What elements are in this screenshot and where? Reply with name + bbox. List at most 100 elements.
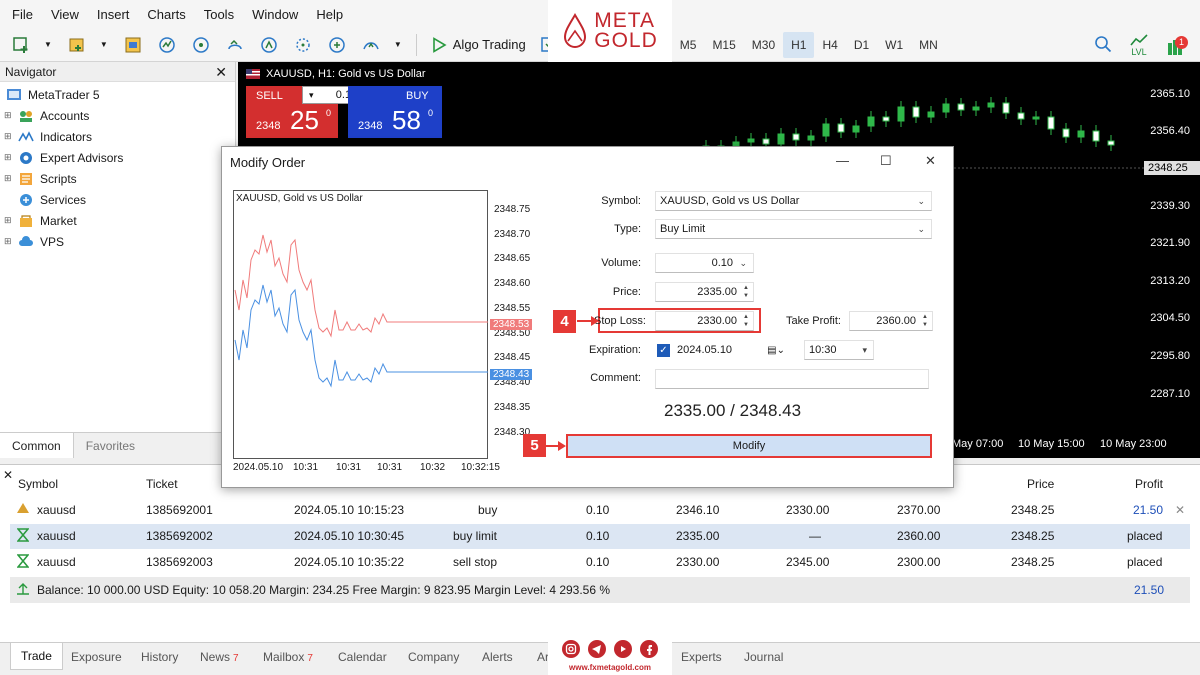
tab-journal[interactable]: Journal: [744, 650, 783, 664]
tab-company[interactable]: Company: [408, 650, 459, 664]
take-profit-field[interactable]: 2360.00 ▲ ▼: [849, 311, 933, 331]
expiration-time-field[interactable]: 10:30 ▾: [804, 340, 874, 360]
chart-shift-icon[interactable]: [360, 34, 382, 56]
expand-icon[interactable]: ⊞: [4, 110, 14, 121]
timeframe-m5[interactable]: M5: [672, 32, 705, 58]
strategy-tester-icon[interactable]: [258, 34, 280, 56]
tab-news[interactable]: News 7: [200, 650, 239, 664]
profiles-icon[interactable]: [66, 34, 88, 56]
data-window-icon[interactable]: [156, 34, 178, 56]
maximize-icon[interactable]: ☐: [880, 153, 892, 169]
expand-icon[interactable]: ⊞: [4, 173, 14, 184]
dropdown-icon[interactable]: ▼: [394, 40, 402, 49]
close-icon[interactable]: ✕: [925, 153, 936, 169]
nav-item-expert-advisors[interactable]: ⊞ Expert Advisors: [0, 147, 235, 168]
modify-button[interactable]: Modify: [566, 434, 932, 458]
tick-time-label: 2024.05.10: [233, 462, 284, 473]
close-icon[interactable]: ✕: [3, 468, 13, 482]
timeframe-m15[interactable]: M15: [704, 32, 743, 58]
close-icon[interactable]: ✕: [215, 64, 227, 81]
services-icon: [18, 192, 34, 208]
tab-experts[interactable]: Experts: [681, 650, 722, 664]
tab-common[interactable]: Common: [0, 433, 74, 458]
column-header-profit[interactable]: Profit: [1135, 477, 1163, 491]
nav-item-scripts[interactable]: ⊞ Scripts: [0, 168, 235, 189]
menu-insert[interactable]: Insert: [91, 7, 142, 22]
tab-alerts[interactable]: Alerts: [482, 650, 513, 664]
table-row[interactable]: xauusd 1385692002 2024.05.10 10:30:45 bu…: [10, 524, 1190, 549]
volume-decrease-icon[interactable]: ▾: [303, 90, 320, 101]
column-header-price[interactable]: Price: [1027, 477, 1054, 491]
comment-field[interactable]: [655, 369, 929, 389]
dropdown-icon[interactable]: ▼: [100, 40, 108, 49]
menu-view[interactable]: View: [45, 7, 91, 22]
tab-mailbox[interactable]: Mailbox 7: [263, 650, 313, 664]
tab-history[interactable]: History: [141, 650, 178, 664]
youtube-icon[interactable]: [614, 640, 632, 661]
telegram-icon[interactable]: [588, 640, 606, 661]
timeframe-h4[interactable]: H4: [814, 32, 845, 58]
tab-favorites[interactable]: Favorites: [74, 433, 147, 458]
tab-exposure[interactable]: Exposure: [71, 650, 122, 664]
tab-trade[interactable]: Trade: [10, 643, 63, 670]
crosshair-icon[interactable]: [292, 34, 314, 56]
menu-window[interactable]: Window: [246, 7, 310, 22]
new-chart-icon[interactable]: [10, 34, 32, 56]
notifications-icon[interactable]: 1: [1166, 33, 1190, 57]
menu-tools[interactable]: Tools: [198, 7, 246, 22]
column-header-ticket[interactable]: Ticket: [146, 477, 178, 491]
expert-advisors-icon: [18, 150, 34, 166]
close-position-icon[interactable]: ✕: [1175, 503, 1185, 517]
zoom-icon[interactable]: [326, 34, 348, 56]
nav-item-market[interactable]: ⊞ Market: [0, 210, 235, 231]
price-axis-label: 2304.50: [1150, 312, 1190, 324]
tab-calendar[interactable]: Calendar: [338, 650, 387, 664]
minimize-icon[interactable]: —: [836, 153, 849, 168]
search-icon[interactable]: [1094, 35, 1112, 56]
nav-root[interactable]: MetaTrader 5: [0, 84, 235, 105]
lvl-indicator[interactable]: LVL: [1130, 33, 1148, 57]
facebook-icon[interactable]: [640, 640, 658, 661]
type-select[interactable]: Buy Limit ⌄: [655, 219, 932, 239]
stop-loss-field[interactable]: 2330.00 ▲ ▼: [655, 311, 754, 331]
expiration-date-field[interactable]: 2024.05.10 ▤⌄: [673, 340, 789, 360]
spinner-icon[interactable]: ▲ ▼: [920, 313, 930, 329]
nav-item-indicators[interactable]: ⊞ Indicators: [0, 126, 235, 147]
timeframe-w1[interactable]: W1: [877, 32, 911, 58]
timeframe-h1[interactable]: H1: [783, 31, 815, 58]
website-url[interactable]: www.fxmetagold.com: [548, 663, 672, 672]
nav-item-services[interactable]: Services: [0, 189, 235, 210]
table-row[interactable]: xauusd 1385692003 2024.05.10 10:35:22 se…: [10, 550, 1190, 575]
menu-charts[interactable]: Charts: [141, 7, 197, 22]
vps-cloud-icon: [18, 234, 34, 250]
market-watch-icon[interactable]: [122, 34, 144, 56]
volume-field[interactable]: 0.10 ⌄: [655, 253, 754, 273]
column-header-symbol[interactable]: Symbol: [18, 477, 58, 491]
candle-body: [807, 135, 815, 141]
timeframe-m30[interactable]: M30: [744, 32, 783, 58]
dropdown-icon[interactable]: ▼: [44, 40, 52, 49]
nav-item-accounts[interactable]: ⊞ Accounts: [0, 105, 235, 126]
menu-help[interactable]: Help: [310, 7, 355, 22]
expand-icon[interactable]: ⊞: [4, 236, 14, 247]
cell-volume: 0.10: [586, 529, 610, 543]
navigator-icon[interactable]: [190, 34, 212, 56]
timeframe-mn[interactable]: MN: [911, 32, 946, 58]
calendar-icon[interactable]: ▤⌄: [767, 345, 785, 356]
algo-trading-button[interactable]: Algo Trading: [431, 36, 526, 53]
expand-icon[interactable]: ⊞: [4, 131, 14, 142]
symbol-label: Symbol:: [601, 195, 641, 207]
timeframe-d1[interactable]: D1: [846, 32, 877, 58]
menu-file[interactable]: File: [6, 7, 45, 22]
buy-button[interactable]: BUY 2348 58 0: [348, 86, 442, 138]
price-field[interactable]: 2335.00 ▲ ▼: [655, 282, 754, 302]
expiration-checkbox[interactable]: ✓: [657, 344, 670, 357]
terminal-icon[interactable]: [224, 34, 246, 56]
symbol-select[interactable]: XAUUSD, Gold vs US Dollar ⌄: [655, 191, 932, 211]
nav-item-vps[interactable]: ⊞ VPS: [0, 231, 235, 252]
instagram-icon[interactable]: [562, 640, 580, 661]
expand-icon[interactable]: ⊞: [4, 152, 14, 163]
expand-icon[interactable]: ⊞: [4, 215, 14, 226]
spinner-icon[interactable]: ▲ ▼: [741, 284, 751, 300]
table-row[interactable]: xauusd 1385692001 2024.05.10 10:15:23 bu…: [10, 498, 1190, 523]
